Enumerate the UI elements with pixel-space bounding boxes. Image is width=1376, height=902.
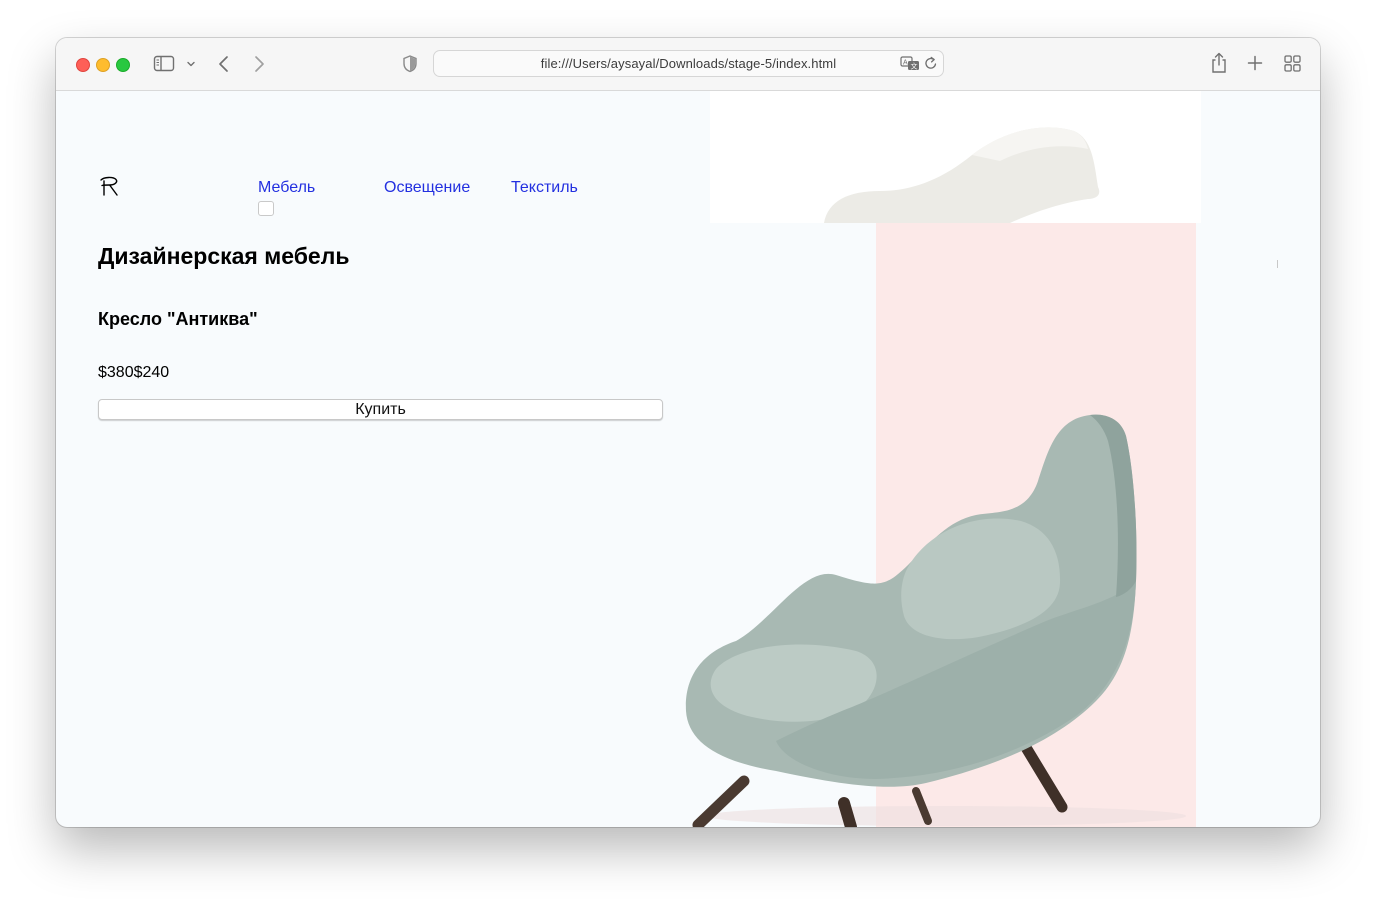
shield-icon[interactable] xyxy=(402,54,418,74)
svg-text:A: A xyxy=(903,60,908,67)
product-price: $380$240 xyxy=(98,364,169,382)
buy-button[interactable]: Купить xyxy=(98,399,663,420)
nav-link-furniture[interactable]: Мебель xyxy=(258,179,315,197)
old-price: $380 xyxy=(98,364,134,381)
page-scroll-marker xyxy=(1277,260,1278,268)
sidebar-icon[interactable] xyxy=(153,55,175,73)
nav-checkbox[interactable] xyxy=(258,201,274,216)
chevron-down-icon[interactable] xyxy=(186,59,196,69)
white-chair-image xyxy=(824,127,1100,223)
logo-mark-icon[interactable] xyxy=(98,175,122,197)
hero-top-image xyxy=(710,91,1201,223)
share-icon[interactable] xyxy=(1210,52,1228,74)
forward-arrow-icon[interactable] xyxy=(252,54,266,74)
svg-text:文: 文 xyxy=(911,62,918,71)
back-arrow-icon[interactable] xyxy=(217,54,231,74)
page-title: Дизайнерская мебель xyxy=(98,243,350,269)
plus-icon[interactable] xyxy=(1247,55,1263,71)
web-page: Мебель Освещение Текстиль Дизайнерская м… xyxy=(56,91,1320,827)
browser-window: file:///Users/aysayal/Downloads/stage-5/… xyxy=(56,38,1320,827)
current-price: $240 xyxy=(133,364,170,381)
translate-icon[interactable]: A 文 xyxy=(900,56,920,71)
zoom-window-button[interactable] xyxy=(116,58,130,72)
armchair-image xyxy=(685,414,1186,827)
browser-toolbar: file:///Users/aysayal/Downloads/stage-5/… xyxy=(56,38,1320,91)
nav-link-textile[interactable]: Текстиль xyxy=(511,179,578,197)
tab-overview-icon[interactable] xyxy=(1284,55,1301,72)
reload-icon[interactable] xyxy=(924,56,938,71)
close-window-button[interactable] xyxy=(76,58,90,72)
nav-link-lighting[interactable]: Освещение xyxy=(384,179,470,197)
address-bar[interactable]: file:///Users/aysayal/Downloads/stage-5/… xyxy=(433,50,944,77)
address-url: file:///Users/aysayal/Downloads/stage-5/… xyxy=(540,56,837,71)
minimize-window-button[interactable] xyxy=(96,58,110,72)
product-title: Кресло "Антиква" xyxy=(98,309,258,329)
